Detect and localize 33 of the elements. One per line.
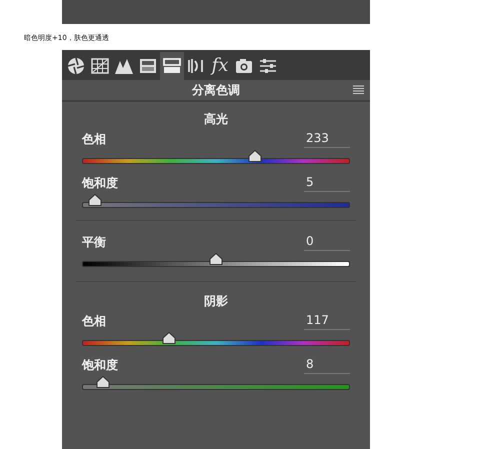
slider-thumb[interactable] bbox=[162, 332, 176, 344]
slider-label: 色相 bbox=[82, 313, 106, 330]
slider-label: 平衡 bbox=[82, 234, 106, 251]
slider-label: 饱和度 bbox=[82, 175, 118, 192]
toolbar-tab[interactable]: fx bbox=[208, 52, 232, 80]
grid-icon bbox=[90, 56, 110, 76]
section-heading: 阴影 bbox=[203, 293, 229, 310]
slider[interactable] bbox=[82, 376, 350, 390]
value-field[interactable]: 0 bbox=[304, 234, 350, 251]
aperture-icon bbox=[66, 56, 86, 76]
value-field[interactable]: 8 bbox=[304, 357, 350, 374]
camera-icon bbox=[234, 56, 254, 76]
sliders-icon bbox=[258, 56, 278, 76]
slider-label: 饱和度 bbox=[82, 357, 118, 374]
slider[interactable] bbox=[82, 150, 350, 164]
panel-title: 分离色调 bbox=[192, 82, 240, 98]
gradient-icon bbox=[138, 56, 158, 76]
toolbar-tab[interactable] bbox=[160, 52, 184, 80]
split-bars-icon bbox=[162, 56, 182, 76]
value-field[interactable]: 5 bbox=[304, 175, 350, 192]
lens-icon bbox=[186, 56, 206, 76]
slider-thumb[interactable] bbox=[248, 150, 262, 162]
value-field[interactable]: 233 bbox=[304, 131, 350, 148]
slider[interactable] bbox=[82, 194, 350, 208]
slider-label: 色相 bbox=[82, 131, 106, 148]
slider-thumb[interactable] bbox=[209, 253, 223, 265]
slider[interactable] bbox=[82, 332, 350, 346]
slider-thumb[interactable] bbox=[88, 194, 102, 206]
slider-thumb[interactable] bbox=[96, 376, 110, 388]
section-heading: 高光 bbox=[203, 111, 229, 128]
slider[interactable] bbox=[82, 253, 350, 267]
menu-icon[interactable] bbox=[353, 85, 364, 94]
value-field[interactable]: 117 bbox=[304, 313, 350, 330]
